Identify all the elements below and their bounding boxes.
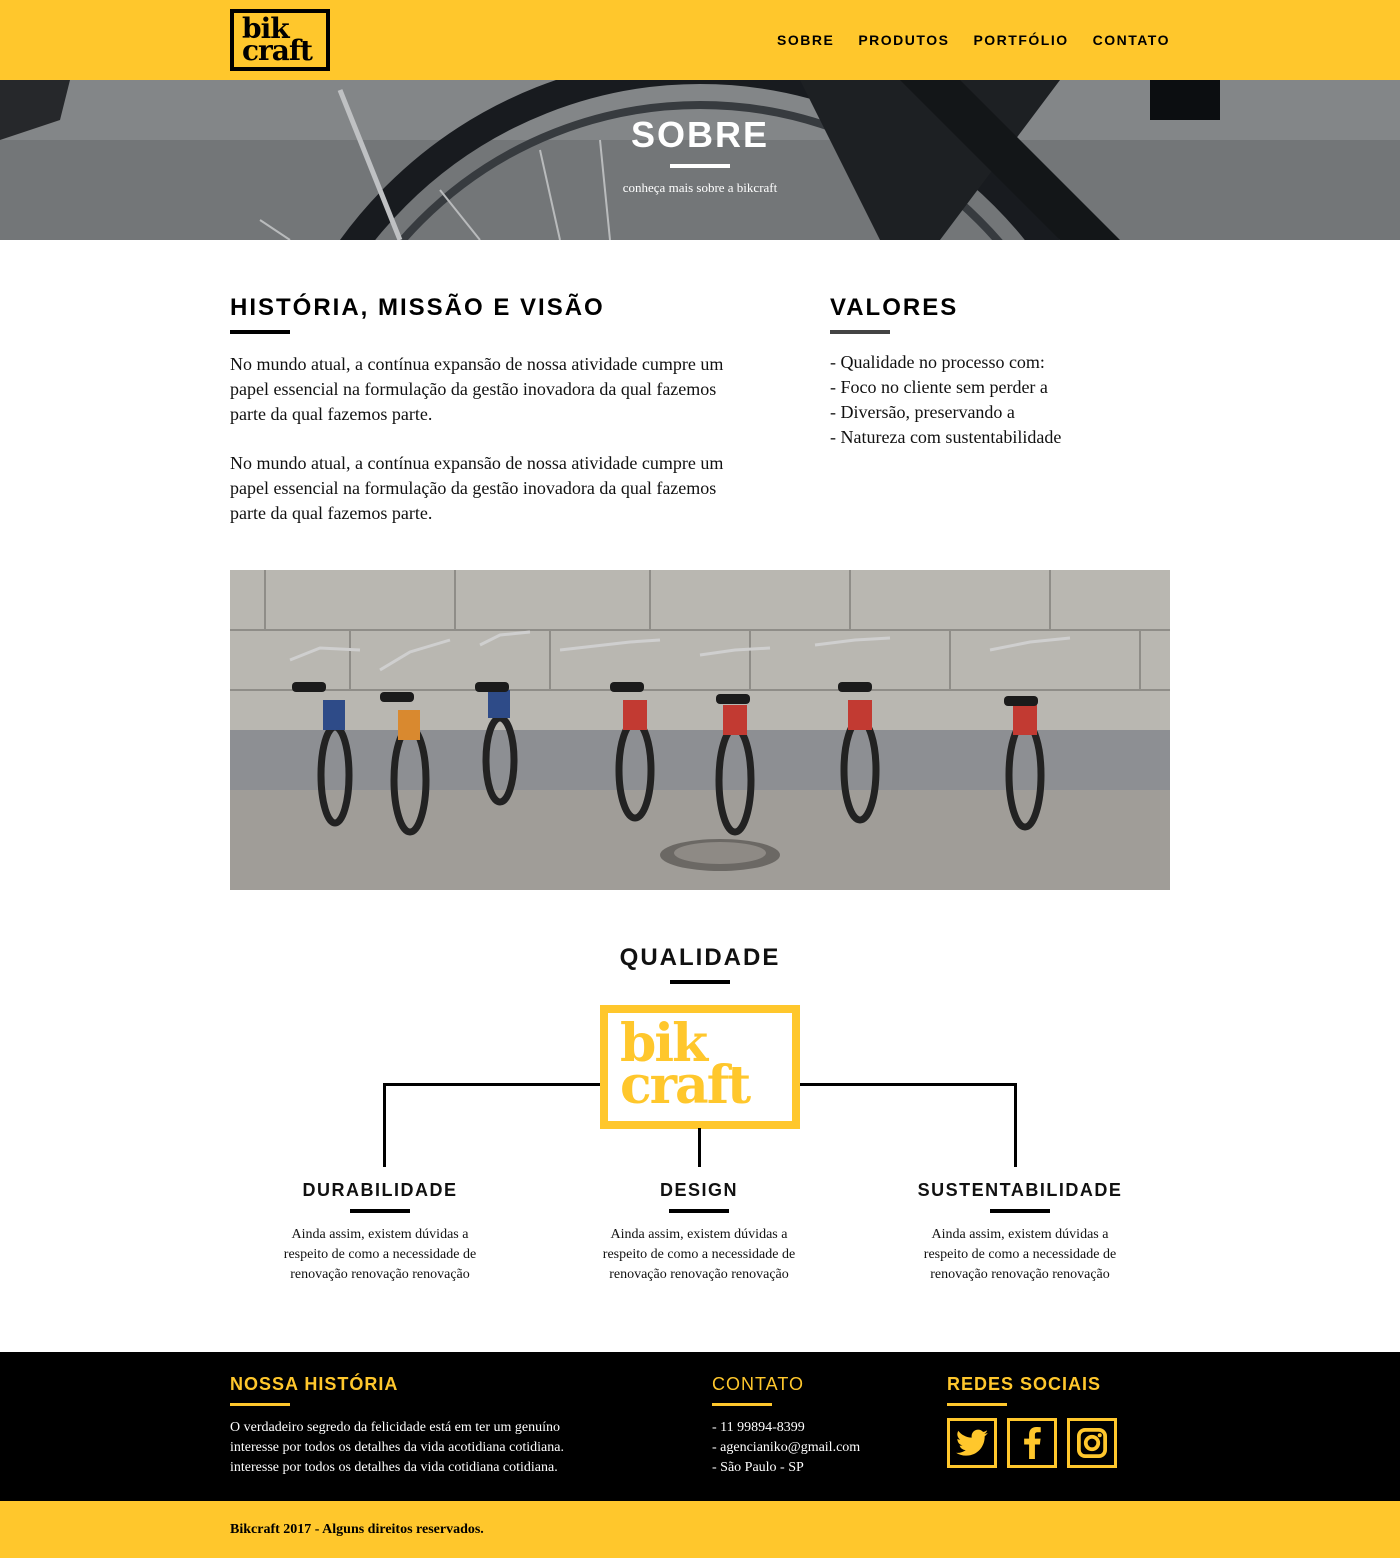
history-paragraph: No mundo atual, a contínua expansão de n… [230, 354, 724, 424]
quality-logo-line2: craft [620, 1055, 751, 1116]
connector-line [1014, 1083, 1017, 1167]
history-column: HISTÓRIA, MISSÃO E VISÃO No mundo atual,… [230, 294, 750, 550]
pillar-underline [669, 1209, 729, 1213]
copyright-bar: Bikcraft 2017 - Alguns direitos reservad… [0, 1501, 1400, 1558]
pillar-title: SUSTENTABILIDADE [917, 1180, 1123, 1200]
facebook-icon[interactable] [1007, 1418, 1057, 1468]
pillar-text: Ainda assim, existem dúvidas a respeito … [602, 1227, 796, 1282]
footer-contact: CONTATO - 11 99894-8399 - agencianiko@gm… [712, 1374, 947, 1478]
twitter-icon[interactable] [947, 1418, 997, 1468]
contact-list: - 11 99894-8399 - agencianiko@gmail.com … [712, 1418, 947, 1478]
footer-history-title: NOSSA HISTÓRIA [230, 1374, 399, 1394]
pillar-underline [990, 1209, 1050, 1213]
instagram-icon[interactable] [1067, 1418, 1117, 1468]
connector-line [383, 1083, 600, 1086]
footer-history-text: O verdadeiro segredo da felicidade está … [230, 1420, 564, 1475]
pillar-text: Ainda assim, existem dúvidas a respeito … [923, 1227, 1117, 1282]
connector-line [383, 1083, 386, 1167]
connector-line [698, 1128, 701, 1167]
connector-line [800, 1083, 1017, 1086]
values-title: VALORES [830, 294, 959, 321]
pillar-design: DESIGN Ainda assim, existem dúvidas a re… [569, 1180, 829, 1285]
values-list: - Qualidade no processo com: - Foco no c… [830, 347, 1170, 452]
values-column: VALORES - Qualidade no processo com: - F… [830, 294, 1170, 550]
footer-underline [230, 1403, 290, 1406]
page-subtitle: conheça mais sobre a bikcraft [622, 180, 778, 195]
title-underline [670, 164, 730, 168]
values-item: - Natureza com sustentabilidade [830, 427, 1062, 447]
page-title: SOBRE [630, 114, 770, 155]
contact-location: - São Paulo - SP [712, 1460, 804, 1475]
hero-banner: SOBRE conheça mais sobre a bikcraft [0, 80, 1400, 240]
pillar-sustainability: SUSTENTABILIDADE Ainda assim, existem dú… [890, 1180, 1150, 1285]
quality-title: QUALIDADE [619, 944, 781, 971]
nav-produtos[interactable]: PRODUTOS [858, 32, 949, 48]
history-title: HISTÓRIA, MISSÃO E VISÃO [230, 294, 605, 321]
pillar-durability: DURABILIDADE Ainda assim, existem dúvida… [250, 1180, 510, 1285]
bicycles-photo [230, 570, 1170, 890]
footer-social: REDES SOCIAIS [947, 1374, 1117, 1478]
footer-social-title: REDES SOCIAIS [947, 1374, 1102, 1394]
site-header: bik craft SOBRE PRODUTOS PORTFÓLIO CONTA… [0, 0, 1400, 80]
bikcraft-logo[interactable]: bik craft [230, 9, 330, 71]
contact-email[interactable]: - agencianiko@gmail.com [712, 1438, 947, 1458]
footer-underline [947, 1403, 1007, 1406]
quality-underline [670, 980, 730, 984]
pillar-title: DESIGN [659, 1180, 738, 1200]
footer-underline [712, 1403, 772, 1406]
about-section: HISTÓRIA, MISSÃO E VISÃO No mundo atual,… [0, 240, 1400, 570]
quality-logo: bik craft [600, 1005, 800, 1129]
history-underline [230, 330, 290, 334]
logo-line2: craft [242, 34, 313, 67]
pillar-text: Ainda assim, existem dúvidas a respeito … [283, 1227, 477, 1282]
nav-contato[interactable]: CONTATO [1093, 32, 1170, 48]
footer-contact-title: CONTATO [712, 1374, 804, 1394]
contact-phone: - 11 99894-8399 [712, 1420, 805, 1435]
footer-history: NOSSA HISTÓRIA O verdadeiro segredo da f… [230, 1374, 712, 1478]
pillar-underline [350, 1209, 410, 1213]
history-paragraph: No mundo atual, a contínua expansão de n… [230, 453, 724, 523]
quality-section: QUALIDADE bik craft DURABILIDADE Ainda a… [0, 890, 1400, 1352]
pillar-title: DURABILIDADE [302, 1180, 458, 1200]
site-footer: NOSSA HISTÓRIA O verdadeiro segredo da f… [0, 1352, 1400, 1501]
nav-sobre[interactable]: SOBRE [777, 32, 834, 48]
values-underline [830, 330, 890, 334]
main-nav: SOBRE PRODUTOS PORTFÓLIO CONTATO [777, 32, 1170, 48]
nav-portfolio[interactable]: PORTFÓLIO [973, 32, 1068, 48]
copyright-text: Bikcraft 2017 - Alguns direitos reservad… [230, 1522, 484, 1537]
